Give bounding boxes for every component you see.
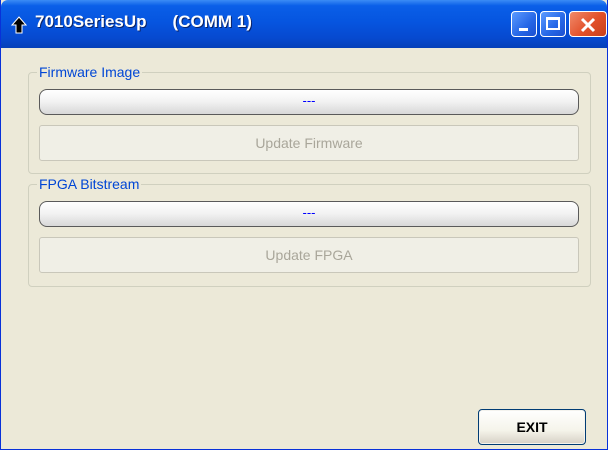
minimize-icon [519,28,528,31]
window-title: 7010SeriesUp (COMM 1) [35,12,252,32]
app-title: 7010SeriesUp [35,12,147,31]
minimize-button[interactable] [511,11,537,37]
maximize-icon [546,17,560,30]
maximize-button[interactable] [540,11,566,37]
firmware-group-label: Firmware Image [37,64,143,80]
fpga-bitstream-group: FPGA Bitstream --- Update FPGA [28,176,591,287]
app-window: 7010SeriesUp (COMM 1) Firmware Image --- … [0,0,608,449]
up-arrow-icon [11,16,27,34]
firmware-image-group: Firmware Image --- Update Firmware [28,64,591,174]
fpga-group-label: FPGA Bitstream [37,176,142,192]
close-icon [580,17,596,33]
exit-button[interactable]: EXIT [478,409,586,445]
update-firmware-button[interactable]: Update Firmware [39,125,579,161]
fpga-status-field: --- [39,201,579,227]
port-label: (COMM 1) [172,12,252,31]
update-fpga-button[interactable]: Update FPGA [39,237,579,273]
title-bar[interactable]: 7010SeriesUp (COMM 1) [1,0,607,48]
close-button[interactable] [569,11,607,37]
firmware-status-field: --- [39,89,579,115]
